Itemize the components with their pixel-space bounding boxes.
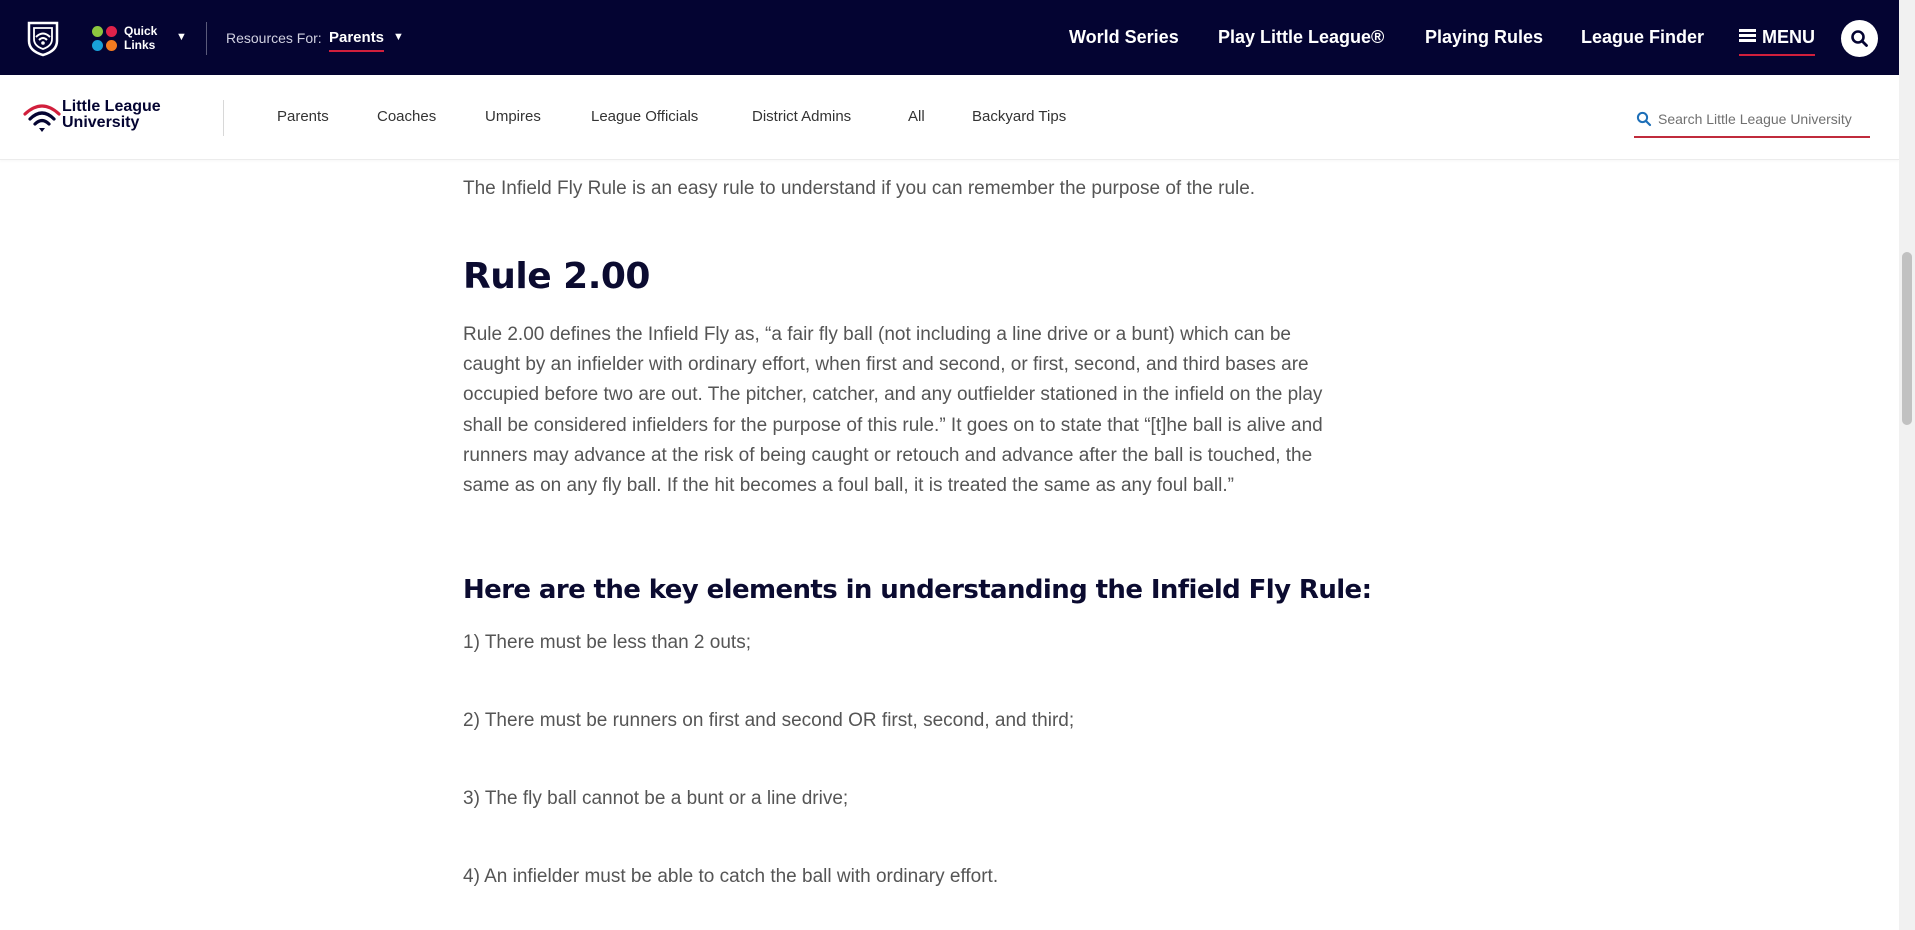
resources-for-select[interactable]: Parents [329, 29, 385, 52]
brand-line-1: Little League [62, 98, 161, 115]
resources-for-label: Resources For: [226, 30, 322, 46]
brand-line-2: University [62, 114, 140, 131]
hamburger-icon [1739, 29, 1756, 43]
search-input[interactable] [1658, 106, 1868, 132]
subnav-item-all[interactable]: All [908, 108, 925, 125]
divider [223, 100, 224, 136]
rule-definition-paragraph: Rule 2.00 defines the Infield Fly as, “a… [463, 324, 1323, 497]
resources-dropdown-icon[interactable]: ▼ [393, 31, 404, 43]
subnav-item-parents[interactable]: Parents [277, 108, 329, 125]
university-search [1634, 106, 1870, 138]
subnav-item-backyard-tips[interactable]: Backyard Tips [972, 108, 1066, 125]
dot-red [106, 26, 117, 37]
top-navigation-bar: Quick Links ▼ Resources For: Parents ▼ W… [0, 0, 1899, 75]
subnav-item-league-officials[interactable]: League Officials [591, 108, 698, 125]
quick-links-dropdown-icon[interactable]: ▼ [176, 31, 187, 43]
key-element-item: 3) The fly ball cannot be a bunt or a li… [463, 788, 849, 809]
nav-world-series[interactable]: World Series [1069, 27, 1179, 48]
search-icon [1636, 111, 1652, 127]
dot-green [92, 26, 103, 37]
key-element-item: 4) An infielder must be able to catch th… [463, 866, 999, 887]
key-element-item: 2) There must be runners on first and se… [463, 710, 1075, 731]
search-icon [1851, 30, 1868, 47]
brand-name[interactable]: Little League University [62, 99, 161, 131]
search-button[interactable] [1841, 20, 1878, 57]
nav-league-finder[interactable]: League Finder [1581, 27, 1704, 48]
subnav-item-district-admins[interactable]: District Admins [752, 108, 851, 125]
key-elements-heading: Here are the key elements in understandi… [463, 575, 1372, 605]
quick-links-icon[interactable] [92, 26, 118, 52]
little-league-university-logo-icon[interactable] [22, 100, 62, 134]
scrollbar-thumb[interactable] [1902, 252, 1912, 425]
divider [206, 22, 207, 55]
nav-play-little-league[interactable]: Play Little League® [1218, 27, 1384, 48]
menu-button[interactable]: MENU [1739, 27, 1815, 56]
page-scrollbar[interactable] [1899, 0, 1915, 930]
quick-links-label[interactable]: Quick Links [124, 24, 164, 52]
subnav-item-coaches[interactable]: Coaches [377, 108, 436, 125]
dot-orange [106, 40, 117, 51]
key-element-item: 1) There must be less than 2 outs; [463, 632, 751, 653]
dot-blue [92, 40, 103, 51]
intro-paragraph: The Infield Fly Rule is an easy rule to … [463, 178, 1256, 199]
subnav-item-umpires[interactable]: Umpires [485, 108, 541, 125]
university-subnav: Little League University Parents Coaches… [0, 75, 1899, 160]
rule-heading: Rule 2.00 [463, 256, 650, 297]
little-league-logo-icon[interactable] [24, 19, 62, 57]
nav-playing-rules[interactable]: Playing Rules [1425, 27, 1543, 48]
menu-label: MENU [1762, 27, 1815, 47]
